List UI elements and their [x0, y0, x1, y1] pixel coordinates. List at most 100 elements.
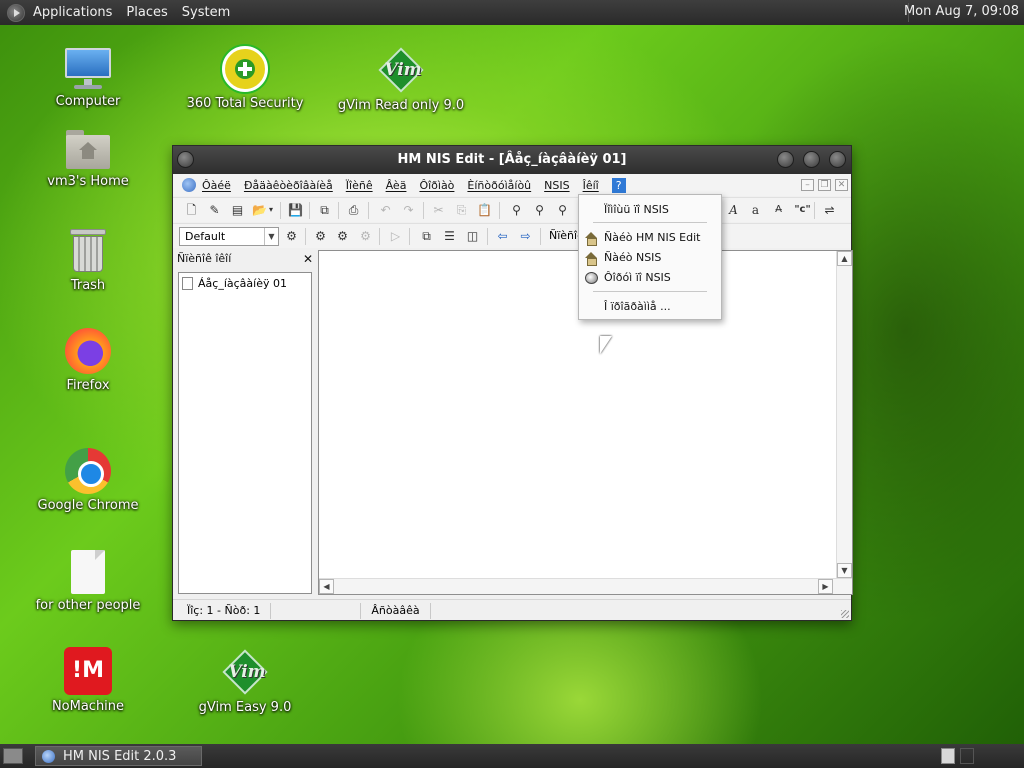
- toolbar-separator: [280, 202, 281, 219]
- close-button[interactable]: [829, 151, 846, 168]
- workspace-2[interactable]: [960, 748, 974, 764]
- desktop-icon-trash[interactable]: Trash: [18, 228, 158, 293]
- menu-tools[interactable]: Èíñòðóìåíòû: [467, 179, 531, 192]
- desktop-icon-home[interactable]: vm3's Home: [18, 128, 158, 189]
- print-icon[interactable]: ⎙: [345, 202, 362, 218]
- system-menu[interactable]: System: [182, 5, 230, 20]
- mdi-restore-button[interactable]: ❐: [818, 179, 831, 191]
- font-italic-icon[interactable]: A: [725, 202, 742, 218]
- toolbar-separator: [409, 228, 410, 245]
- back-arrow-icon[interactable]: ⇦: [494, 228, 511, 244]
- desktop-icon-gvim-easy[interactable]: Vim gVim Easy 9.0: [175, 648, 315, 715]
- paste-icon[interactable]: 📋: [476, 202, 493, 218]
- word-wrap-icon[interactable]: ⇌: [821, 202, 838, 218]
- menu-format[interactable]: Ôîðìàò: [419, 179, 454, 192]
- mdi-minimize-button[interactable]: –: [801, 179, 814, 191]
- app-globe-icon: [42, 749, 55, 763]
- desktop-icon-computer[interactable]: Computer: [18, 46, 158, 109]
- close-panel-icon[interactable]: ✕: [303, 250, 313, 268]
- compile-run-icon[interactable]: ⚙: [334, 228, 351, 244]
- workspace-1[interactable]: [941, 748, 955, 764]
- redo-icon[interactable]: ↷: [400, 202, 417, 218]
- compile-icon[interactable]: ⚙: [312, 228, 329, 244]
- run-icon[interactable]: ▷: [387, 228, 404, 244]
- menu-window[interactable]: Îêíî: [583, 179, 599, 192]
- cascade-icon[interactable]: ⧉: [418, 228, 435, 244]
- copy-icon[interactable]: ⎘: [453, 202, 470, 218]
- taskbar-button-hm-nis-edit[interactable]: HM NIS Edit 2.0.3: [35, 746, 202, 766]
- replace-icon[interactable]: ⚲: [554, 202, 571, 218]
- highlighter-select[interactable]: Default ▼: [179, 227, 279, 246]
- computer-icon: [64, 46, 112, 90]
- vim-icon: Vim: [377, 46, 425, 94]
- menu-item-about[interactable]: Î ïðîãðàììå ...: [579, 297, 721, 317]
- window-menu-button[interactable]: [177, 151, 194, 168]
- menu-item-hm-nis-edit-site[interactable]: Ñàéò HM NIS Edit: [579, 228, 721, 248]
- horizontal-scrollbar[interactable]: ◀ ▶: [319, 578, 852, 594]
- desktop-icon-label: 360 Total Security: [186, 96, 304, 111]
- desktop-icon-for-other-people[interactable]: for other people: [18, 550, 158, 613]
- menu-item-label: Ñàéò HM NIS Edit: [604, 231, 701, 244]
- toolbar-separator: [309, 202, 310, 219]
- toolbar-separator: [487, 228, 488, 245]
- applications-menu[interactable]: Applications: [33, 5, 112, 20]
- forward-arrow-icon[interactable]: ⇨: [517, 228, 534, 244]
- desktop-icon-label: gVim Easy 9.0: [198, 700, 292, 715]
- tile-vertical-icon[interactable]: ◫: [464, 228, 481, 244]
- desktop-icon-google-chrome[interactable]: Google Chrome: [18, 448, 158, 513]
- minimize-button[interactable]: [777, 151, 794, 168]
- save-icon[interactable]: 💾: [287, 202, 304, 218]
- menu-item-nsis-help[interactable]: Ïîìîùü ïî NSIS: [579, 200, 721, 220]
- 360-security-icon: [222, 46, 268, 92]
- vertical-scrollbar[interactable]: ▲ ▼: [836, 251, 852, 578]
- desktop-icon-firefox[interactable]: Firefox: [18, 328, 158, 393]
- menu-item-nsis-site[interactable]: Ñàéò NSIS: [579, 248, 721, 268]
- wizard-icon[interactable]: ✎: [206, 202, 223, 218]
- cut-icon[interactable]: ✂: [430, 202, 447, 218]
- open-dropdown-icon[interactable]: ▾: [266, 202, 276, 218]
- scroll-up-icon[interactable]: ▲: [837, 251, 852, 266]
- system-logo-icon[interactable]: [7, 3, 25, 22]
- places-menu[interactable]: Places: [126, 5, 167, 20]
- window-titlebar[interactable]: HM NIS Edit - [Âåç_íàçâàíèÿ 01]: [173, 146, 851, 174]
- taskbar-button-label: HM NIS Edit 2.0.3: [63, 748, 177, 764]
- desktop-icon-nomachine[interactable]: !M NoMachine: [18, 647, 158, 714]
- menu-view[interactable]: Âèä: [386, 179, 407, 192]
- clock[interactable]: Mon Aug 7, 09:08: [904, 4, 1019, 19]
- chevron-down-icon[interactable]: ▼: [264, 228, 278, 245]
- undo-icon[interactable]: ↶: [377, 202, 394, 218]
- menu-separator: [593, 291, 707, 292]
- mouse-cursor-icon: [600, 336, 612, 354]
- scroll-left-icon[interactable]: ◀: [319, 579, 334, 594]
- desktop-icon-gvim-read-only[interactable]: Vim gVim Read only 9.0: [331, 46, 471, 113]
- menu-edit[interactable]: Ðåäàêòèðîâàíèå: [244, 179, 333, 192]
- find-icon[interactable]: ⚲: [508, 202, 525, 218]
- menu-item-nsis-forum[interactable]: Ôîðóì ïî NSIS: [579, 268, 721, 288]
- menu-file[interactable]: Ôàéë: [202, 179, 231, 192]
- firefox-icon: [65, 328, 111, 374]
- font-lowercase-icon[interactable]: a: [747, 202, 764, 218]
- save-all-icon[interactable]: ⧉: [316, 202, 333, 218]
- new-file-icon[interactable]: 🗋: [183, 202, 200, 218]
- list-item[interactable]: Áåç_íàçâàíèÿ 01: [182, 277, 287, 290]
- app-globe-icon[interactable]: [182, 178, 196, 192]
- menu-help[interactable]: ?: [611, 177, 626, 193]
- tile-horizontal-icon[interactable]: ☰: [441, 228, 458, 244]
- window-list-panel: Ñïèñîê îêîí ✕ Áåç_íàçâàíèÿ 01: [175, 250, 315, 596]
- template-icon[interactable]: ▤: [229, 202, 246, 218]
- settings-icon[interactable]: ⚙: [283, 228, 300, 244]
- scroll-down-icon[interactable]: ▼: [837, 563, 852, 578]
- font-strike-icon[interactable]: A̶: [770, 202, 787, 218]
- mdi-close-button[interactable]: ✕: [835, 179, 848, 191]
- string-icon[interactable]: "c": [794, 202, 811, 218]
- show-desktop-icon[interactable]: [3, 748, 23, 764]
- menu-nsis[interactable]: NSIS: [544, 179, 569, 192]
- list-item-label: Áåç_íàçâàíèÿ 01: [198, 277, 287, 290]
- maximize-button[interactable]: [803, 151, 820, 168]
- resize-grip[interactable]: [841, 610, 849, 618]
- scroll-right-icon[interactable]: ▶: [818, 579, 833, 594]
- stop-compile-icon[interactable]: ⚙: [357, 228, 374, 244]
- find-next-icon[interactable]: ⚲: [531, 202, 548, 218]
- menu-search[interactable]: Ïîèñê: [346, 179, 373, 192]
- desktop-icon-360-total-security[interactable]: 360 Total Security: [175, 46, 315, 111]
